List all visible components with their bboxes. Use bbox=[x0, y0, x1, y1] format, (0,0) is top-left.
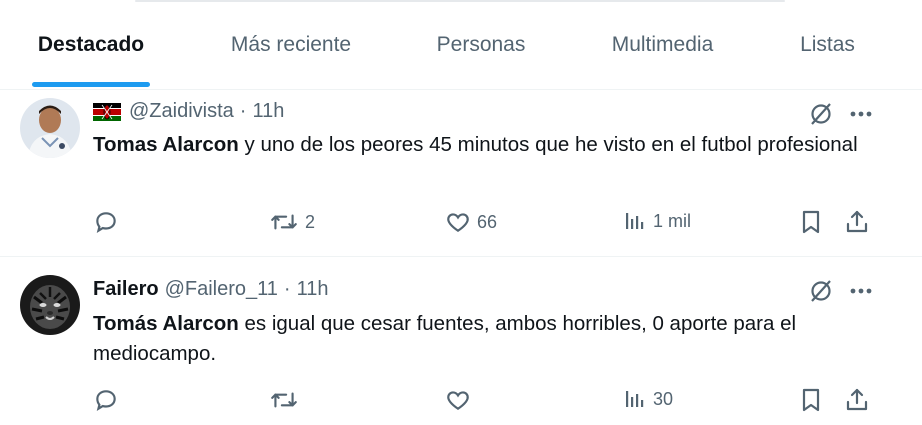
display-name[interactable]: Failero bbox=[93, 278, 159, 301]
views-button[interactable]: 30 bbox=[623, 387, 673, 411]
share-icon bbox=[846, 388, 868, 411]
tab-label: Multimedia bbox=[611, 33, 714, 56]
share-button[interactable] bbox=[845, 209, 869, 235]
tweet[interactable]: Failero @Failero_11 · 11h Tomás Alarcon … bbox=[0, 258, 922, 425]
more-options-icon[interactable] bbox=[850, 111, 872, 117]
tab-label: Destacado bbox=[37, 33, 145, 56]
repost-button[interactable]: 2 bbox=[269, 209, 315, 235]
share-button[interactable] bbox=[845, 387, 869, 413]
timestamp[interactable]: 11h bbox=[297, 278, 329, 301]
tweet-text: Tomas Alarcon y uno de los peores 45 min… bbox=[93, 130, 873, 160]
tweet-top-icons bbox=[808, 278, 872, 304]
bookmark-icon bbox=[802, 210, 820, 234]
separator-dot: · bbox=[239, 100, 247, 122]
mention-bold: Tomás Alarcon bbox=[93, 312, 239, 335]
tweet-header: @Zaidivista · 11h bbox=[93, 100, 284, 123]
grok-icon[interactable] bbox=[808, 278, 834, 304]
repost-icon bbox=[271, 214, 297, 230]
repost-button[interactable] bbox=[269, 387, 305, 413]
grok-icon[interactable] bbox=[808, 101, 834, 127]
reply-icon bbox=[96, 212, 116, 233]
views-count: 1 mil bbox=[653, 210, 692, 231]
repost-icon bbox=[271, 392, 297, 408]
tweet-actions: 30 bbox=[93, 387, 883, 417]
tweet-body: y uno de los peores 45 minutos que he vi… bbox=[238, 133, 858, 156]
kenya-flag-icon bbox=[93, 102, 121, 121]
separator-dot: · bbox=[283, 278, 291, 300]
timestamp[interactable]: 11h bbox=[252, 100, 284, 123]
tweet-top-icons bbox=[808, 101, 872, 127]
repost-count: 2 bbox=[305, 211, 316, 232]
tab-label: Listas bbox=[800, 33, 855, 56]
avatar[interactable] bbox=[20, 275, 80, 335]
reply-button[interactable] bbox=[93, 209, 125, 235]
reply-button[interactable] bbox=[93, 387, 125, 413]
tab-listas[interactable]: Listas bbox=[780, 0, 875, 90]
like-button[interactable] bbox=[445, 387, 477, 413]
like-button[interactable]: 66 bbox=[445, 209, 497, 235]
heart-icon bbox=[447, 391, 469, 410]
bookmark-icon bbox=[802, 388, 820, 412]
user-handle[interactable]: @Zaidivista bbox=[129, 100, 234, 123]
views-button[interactable]: 1 mil bbox=[623, 209, 691, 233]
tweet-header: Failero @Failero_11 · 11h bbox=[93, 278, 328, 301]
more-options-icon[interactable] bbox=[850, 288, 872, 294]
share-icon bbox=[846, 210, 868, 233]
tab-label: Más reciente bbox=[230, 33, 352, 56]
tab-destacado[interactable]: Destacado bbox=[20, 0, 162, 90]
views-icon bbox=[626, 213, 644, 229]
tab-label: Personas bbox=[436, 33, 526, 56]
avatar[interactable] bbox=[20, 98, 80, 158]
tab-bar: Destacado Más reciente Personas Multimed… bbox=[0, 0, 922, 90]
mention-bold: Tomas Alarcon bbox=[93, 133, 239, 156]
user-handle[interactable]: @Failero_11 bbox=[165, 278, 278, 301]
bookmark-button[interactable] bbox=[799, 387, 823, 413]
bookmark-button[interactable] bbox=[799, 209, 823, 235]
tweet-actions: 2 66 1 mil bbox=[93, 209, 883, 239]
views-icon bbox=[626, 391, 644, 407]
tweet-text: Tomás Alarcon es igual que cesar fuentes… bbox=[93, 309, 873, 369]
tab-mas-reciente[interactable]: Más reciente bbox=[205, 0, 377, 90]
like-count: 66 bbox=[477, 211, 498, 232]
tab-personas[interactable]: Personas bbox=[415, 0, 547, 90]
reply-icon bbox=[96, 390, 116, 411]
heart-icon bbox=[447, 213, 469, 232]
tab-multimedia[interactable]: Multimedia bbox=[590, 0, 735, 90]
views-count: 30 bbox=[653, 388, 674, 409]
active-tab-indicator bbox=[32, 82, 150, 87]
tweet[interactable]: @Zaidivista · 11h Tomas Alarcon y uno de… bbox=[0, 91, 922, 257]
